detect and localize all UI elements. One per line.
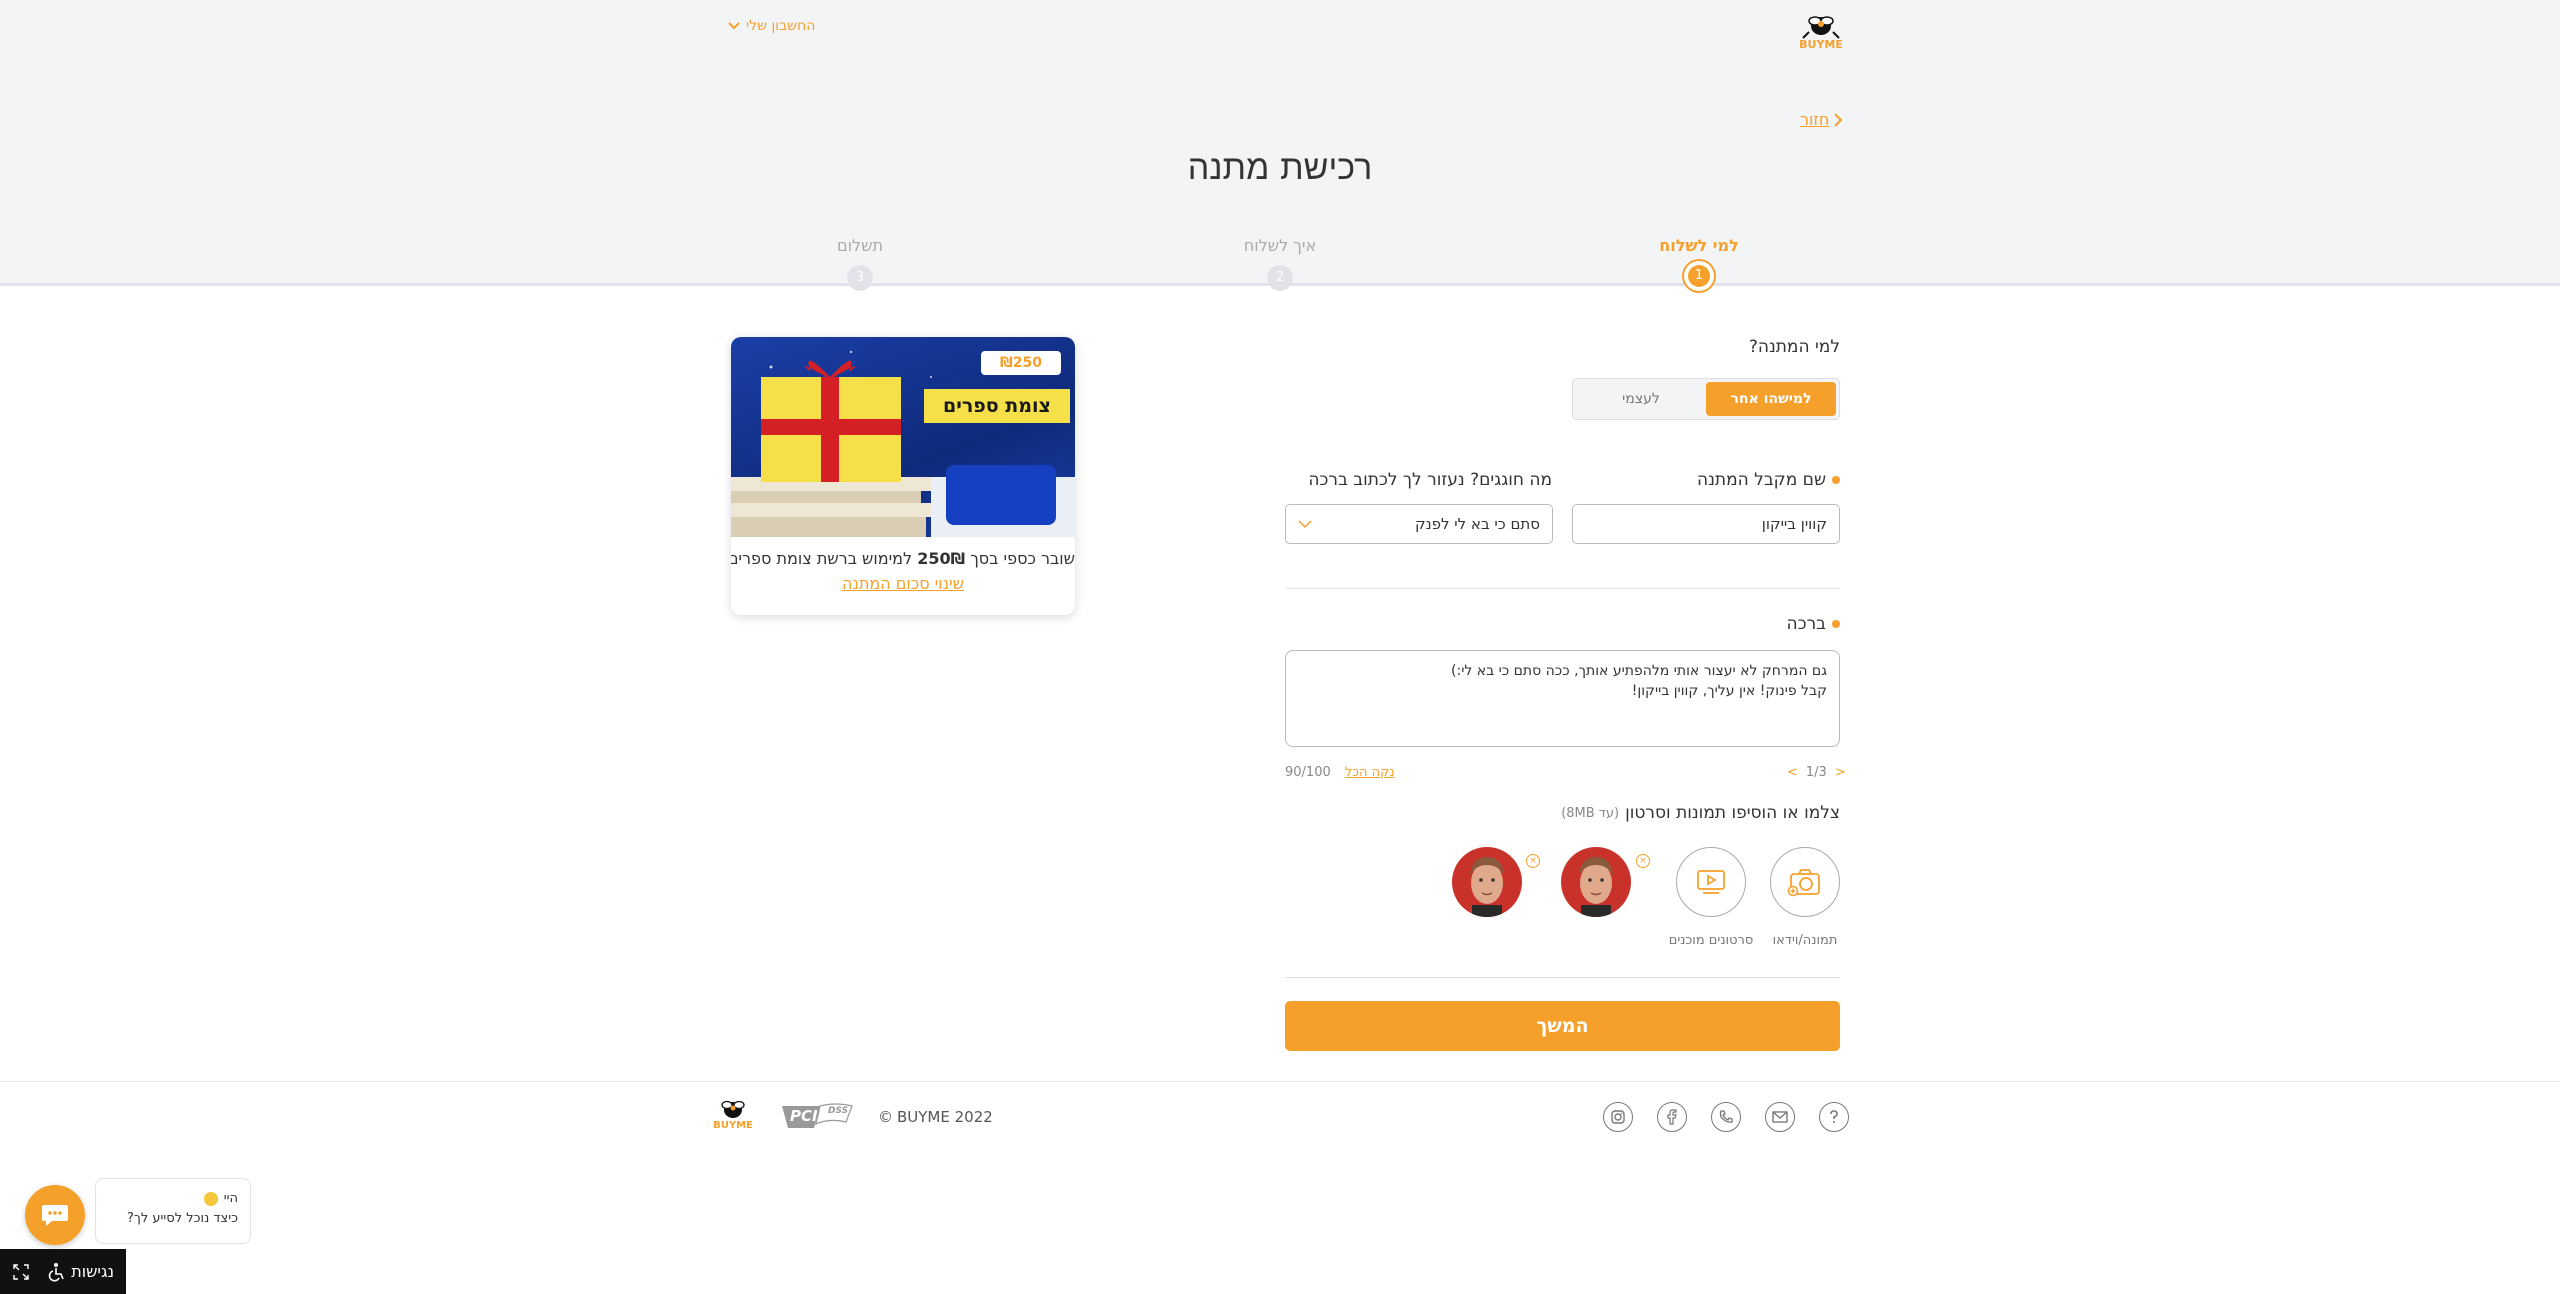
uploaded-photo[interactable] — [1561, 847, 1631, 917]
chevron-down-icon — [1298, 519, 1312, 528]
remove-photo-icon[interactable]: × — [1526, 854, 1540, 868]
footer-divider — [0, 1081, 2560, 1082]
help-icon[interactable] — [1819, 1102, 1849, 1132]
step-label: תשלום — [837, 236, 883, 255]
gift-card-preview: צומת ספרים ₪250 שובר כספי בסך 250₪ למימו… — [731, 337, 1075, 615]
occasion-label: מה חוגגים? נעזור לך לכתוב ברכה — [1308, 470, 1552, 490]
buyme-logo[interactable]: BUYME — [1795, 8, 1847, 54]
instagram-icon[interactable] — [1603, 1102, 1633, 1132]
photo-caption: תמונה/וידאו — [1772, 933, 1838, 948]
photo-thumbnail — [1452, 847, 1522, 917]
chevron-right-icon — [1834, 112, 1843, 127]
desc-suffix: למימוש ברשת צומת ספרים — [731, 549, 913, 568]
toggle-someone-else[interactable]: למישהו אחר — [1706, 382, 1836, 416]
remove-photo-icon[interactable]: × — [1636, 854, 1650, 868]
copyright: © BUYME 2022 — [878, 1108, 993, 1126]
gift-card-description: שובר כספי בסך 250₪ למימוש ברשת צומת ספרי… — [731, 549, 1075, 568]
char-count: 90/100 — [1285, 765, 1331, 780]
step-label: למי לשלוח — [1659, 236, 1739, 255]
gift-card-image: צומת ספרים ₪250 — [731, 337, 1075, 537]
desc-amount: 250₪ — [917, 549, 966, 568]
desc-prefix: שובר כספי בסך — [970, 549, 1075, 568]
change-amount-link[interactable]: שינוי סכום המתנה — [842, 574, 964, 593]
recipient-name-label-text: שם מקבל המתנה — [1697, 470, 1826, 490]
step-payment[interactable]: תשלום 3 — [760, 236, 960, 291]
greeting-meta: 90/100 נקה הכל — [1285, 765, 1395, 780]
required-dot — [1832, 476, 1840, 484]
logo-text: BUYME — [1799, 38, 1843, 51]
uploaded-photo[interactable] — [1452, 847, 1522, 917]
media-title-text: צלמו או הוסיפו תמונות וסרטון — [1625, 803, 1840, 823]
brand-banner: צומת ספרים — [924, 389, 1070, 423]
footer-buyme-logo[interactable]: BUYME — [709, 1094, 757, 1138]
pci-dss-badge: PCI DSS — [780, 1100, 855, 1132]
camera-icon — [1787, 869, 1820, 897]
account-label: החשבון שלי — [746, 18, 816, 34]
chat-icon — [42, 1205, 68, 1226]
occasion-select[interactable]: סתם כי בא לי לפנק — [1285, 504, 1553, 544]
facebook-icon[interactable] — [1657, 1102, 1687, 1132]
continue-button[interactable]: המשך — [1285, 1001, 1840, 1051]
copyright-icon: © — [878, 1108, 893, 1126]
chat-greeting: היי — [223, 1191, 238, 1206]
phone-icon[interactable] — [1711, 1102, 1741, 1132]
media-title: צלמו או הוסיפו תמונות וסרטון (עד 8MB) — [1561, 803, 1840, 823]
step-number: 2 — [1267, 265, 1293, 291]
mail-icon[interactable] — [1765, 1102, 1795, 1132]
price-badge: ₪250 — [981, 351, 1061, 375]
occasion-selected-value: סתם כי בא לי לפנק — [1414, 515, 1540, 533]
step-label: איך לשלוח — [1243, 236, 1317, 255]
chat-launcher[interactable] — [25, 1185, 85, 1245]
greeting-label: ברכה — [1786, 614, 1840, 634]
add-photo-button[interactable] — [1770, 847, 1840, 917]
required-dot — [1832, 620, 1840, 628]
pager-text: 1/3 — [1805, 765, 1827, 780]
pager-prev-button[interactable]: < — [1787, 765, 1798, 780]
dss-text: DSS — [828, 1106, 849, 1116]
back-label: חזור — [1800, 110, 1830, 129]
camera-icon-circle — [1770, 847, 1840, 917]
copyright-text: BUYME 2022 — [897, 1108, 993, 1126]
video-icon-circle — [1676, 847, 1746, 917]
toggle-myself[interactable]: לעצמי — [1576, 382, 1706, 416]
chat-message[interactable]: היי כיצד נוכל לסייע לך? — [95, 1178, 251, 1244]
chat-question: כיצד נוכל לסייע לך? — [126, 1211, 238, 1226]
expand-icon — [13, 1263, 29, 1280]
greeting-pager: < 1/3 > — [1787, 765, 1846, 780]
photo-thumbnail — [1561, 847, 1631, 917]
step-how[interactable]: איך לשלוח 2 — [1180, 236, 1380, 291]
video-play-icon — [1697, 870, 1725, 894]
ready-videos-button[interactable] — [1676, 847, 1746, 917]
greeting-textarea[interactable]: גם המרחק לא יעצור אותי מלהפתיע אותך, ככה… — [1285, 650, 1840, 747]
step-who[interactable]: למי לשלוח 1 — [1599, 236, 1799, 287]
videos-caption: סרטונים מוכנים — [1668, 933, 1754, 948]
greeting-label-text: ברכה — [1786, 614, 1826, 634]
accessibility-button[interactable]: נגישות — [0, 1249, 126, 1294]
chevron-down-icon — [728, 22, 740, 30]
who-question-label: למי המתנה? — [1748, 337, 1840, 357]
step-number: 1 — [1688, 265, 1710, 287]
recipient-type-toggle: למישהו אחר לעצמי — [1572, 378, 1840, 420]
footer-logo-text: BUYME — [713, 1120, 753, 1131]
pager-next-button[interactable]: > — [1835, 765, 1846, 780]
form-divider — [1285, 588, 1840, 589]
media-size-limit: (עד 8MB) — [1561, 805, 1620, 821]
step-number: 3 — [847, 265, 873, 291]
wave-hand-icon — [203, 1192, 218, 1206]
wheelchair-icon — [49, 1262, 64, 1282]
clear-all-link[interactable]: נקה הכל — [1345, 765, 1395, 780]
account-menu[interactable]: החשבון שלי — [728, 18, 815, 34]
page-title: רכישת מתנה — [1187, 148, 1373, 188]
recipient-name-input[interactable] — [1572, 504, 1840, 544]
form-divider — [1285, 977, 1840, 978]
pci-text: PCI — [790, 1107, 818, 1125]
back-link[interactable]: חזור — [1800, 110, 1843, 129]
accessibility-label: נגישות — [71, 1262, 114, 1281]
recipient-name-label: שם מקבל המתנה — [1697, 470, 1840, 490]
